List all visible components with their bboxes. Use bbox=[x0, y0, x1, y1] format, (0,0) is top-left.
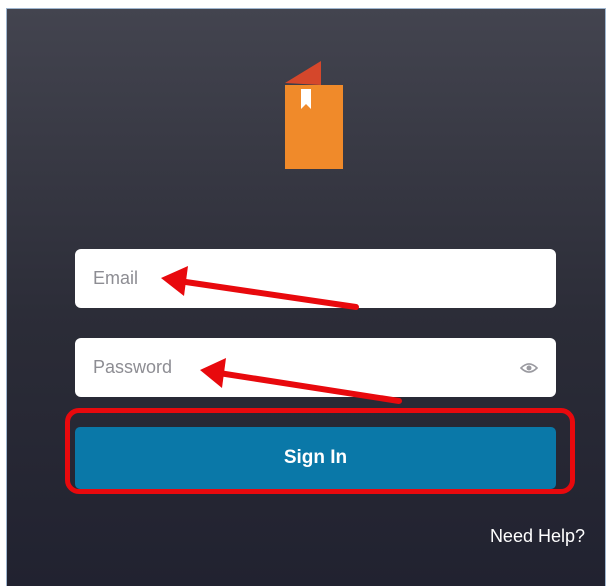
sign-in-button[interactable]: Sign In bbox=[75, 427, 556, 489]
book-bookmark-icon bbox=[285, 61, 343, 169]
email-field-container bbox=[75, 249, 556, 308]
email-input[interactable] bbox=[93, 249, 538, 308]
need-help-link[interactable]: Need Help? bbox=[490, 526, 585, 547]
password-input[interactable] bbox=[93, 338, 512, 397]
password-field-container bbox=[75, 338, 556, 397]
login-screen: Sign In Need Help? bbox=[6, 8, 606, 586]
eye-icon[interactable] bbox=[520, 362, 538, 374]
